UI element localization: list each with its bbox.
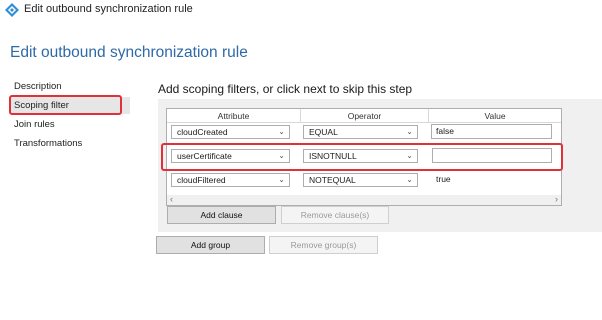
window-title: Edit outbound synchronization rule <box>24 3 193 15</box>
scroll-left-icon[interactable]: ‹ <box>170 194 173 204</box>
column-header-value: Value <box>429 109 561 123</box>
value-input[interactable]: true <box>431 172 552 187</box>
operator-select[interactable]: NOTEQUAL ⌄ <box>303 173 418 187</box>
page-title: Edit outbound synchronization rule <box>10 44 248 61</box>
add-group-button[interactable]: Add group <box>156 236 265 254</box>
add-clause-button[interactable]: Add clause <box>167 206 276 224</box>
nav-item-join-rules[interactable]: Join rules <box>10 116 130 133</box>
attribute-select[interactable]: cloudFiltered ⌄ <box>171 173 290 187</box>
chevron-down-icon: ⌄ <box>278 175 285 184</box>
scoping-heading: Add scoping filters, or click next to sk… <box>158 82 413 96</box>
value-input[interactable]: false <box>431 124 552 139</box>
remove-group-button[interactable]: Remove group(s) <box>269 236 378 254</box>
column-header-attribute: Attribute <box>167 109 301 123</box>
chevron-down-icon: ⌄ <box>278 127 285 136</box>
operator-select-value: NOTEQUAL <box>309 175 356 185</box>
attribute-select-value: cloudCreated <box>177 127 228 137</box>
chevron-down-icon: ⌄ <box>406 127 413 136</box>
chevron-down-icon: ⌄ <box>406 175 413 184</box>
scroll-right-icon[interactable]: › <box>555 194 558 204</box>
operator-select[interactable]: EQUAL ⌄ <box>303 125 418 139</box>
window-titlebar: Edit outbound synchronization rule <box>0 0 602 22</box>
attribute-select-value: cloudFiltered <box>177 175 226 185</box>
nav-item-transformations[interactable]: Transformations <box>10 135 130 152</box>
nav-item-description[interactable]: Description <box>10 78 130 95</box>
operator-select-value: EQUAL <box>309 127 338 137</box>
horizontal-scrollbar[interactable]: ‹ › <box>167 194 561 205</box>
highlight-scoping-filter <box>9 95 122 115</box>
azure-diamond-icon <box>5 3 19 17</box>
column-header-operator: Operator <box>301 109 429 123</box>
remove-clause-button[interactable]: Remove clause(s) <box>281 206 389 224</box>
highlight-usercertificate-row <box>161 143 563 171</box>
attribute-select[interactable]: cloudCreated ⌄ <box>171 125 290 139</box>
